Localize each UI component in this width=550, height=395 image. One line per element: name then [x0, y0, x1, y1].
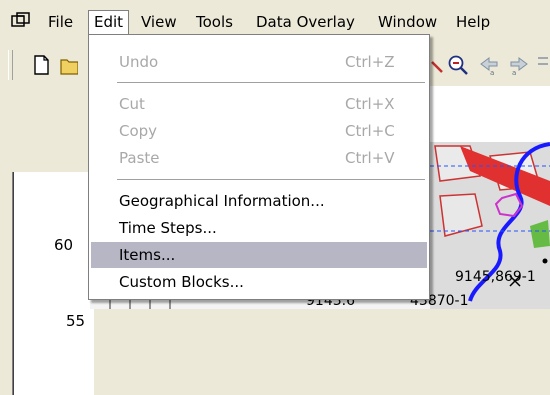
- map-label-parcel-1: 9145,869-1: [455, 269, 536, 285]
- menu-file[interactable]: File: [42, 10, 79, 34]
- y-axis-label-55: 55: [66, 312, 86, 330]
- menu-item-geographical-information-label: Geographical Information...: [119, 192, 325, 210]
- menu-tools[interactable]: Tools: [190, 10, 239, 34]
- menu-item-time-steps[interactable]: Time Steps...: [91, 215, 427, 241]
- menu-item-cut[interactable]: Cut Ctrl+X: [91, 91, 427, 117]
- menu-item-undo-shortcut: Ctrl+Z: [345, 53, 395, 71]
- menu-item-copy-label: Copy: [119, 122, 158, 140]
- menu-item-custom-blocks-label: Custom Blocks...: [119, 273, 244, 291]
- new-document-icon[interactable]: [30, 54, 52, 76]
- menu-item-undo-label: Undo: [119, 53, 159, 71]
- menu-data-overlay[interactable]: Data Overlay: [250, 10, 361, 34]
- menu-item-geographical-information[interactable]: Geographical Information...: [91, 188, 427, 214]
- y-axis-label-60: 60: [54, 236, 74, 254]
- menu-window[interactable]: Window: [372, 10, 443, 34]
- menu-item-custom-blocks[interactable]: Custom Blocks...: [91, 269, 427, 295]
- menu-item-paste[interactable]: Paste Ctrl+V: [91, 145, 427, 171]
- menu-item-items[interactable]: Items...: [91, 242, 427, 268]
- svg-text:a: a: [512, 69, 516, 76]
- menu-item-time-steps-label: Time Steps...: [119, 219, 217, 237]
- pan-right-icon[interactable]: a: [508, 54, 530, 76]
- menu-item-items-label: Items...: [119, 246, 176, 264]
- menu-view[interactable]: View: [135, 10, 183, 34]
- menu-edit[interactable]: Edit: [88, 10, 130, 34]
- more-tools-icon[interactable]: [536, 54, 550, 76]
- tool-icon[interactable]: [430, 54, 444, 76]
- zoom-out-icon[interactable]: [447, 54, 469, 76]
- left-panel: [0, 172, 13, 395]
- menu-item-cut-label: Cut: [119, 95, 145, 113]
- menu-item-paste-shortcut: Ctrl+V: [345, 149, 395, 167]
- menu-help[interactable]: Help: [450, 10, 496, 34]
- y-axis-area: 60 55: [13, 172, 94, 395]
- pan-left-icon[interactable]: a: [478, 54, 500, 76]
- svg-text:a: a: [490, 69, 494, 76]
- open-folder-icon[interactable]: [60, 54, 78, 76]
- menu-item-copy[interactable]: Copy Ctrl+C: [91, 118, 427, 144]
- toolbar-grip[interactable]: [8, 50, 13, 80]
- menu-separator: [117, 82, 425, 84]
- edit-menu-dropdown: Undo Ctrl+Z Cut Ctrl+X Copy Ctrl+C Paste…: [88, 34, 430, 300]
- menu-item-cut-shortcut: Ctrl+X: [345, 95, 395, 113]
- menu-item-copy-shortcut: Ctrl+C: [345, 122, 395, 140]
- window-icon: [11, 12, 30, 27]
- menu-item-undo[interactable]: Undo Ctrl+Z: [91, 49, 427, 75]
- menu-item-paste-label: Paste: [119, 149, 160, 167]
- menu-separator: [117, 179, 425, 181]
